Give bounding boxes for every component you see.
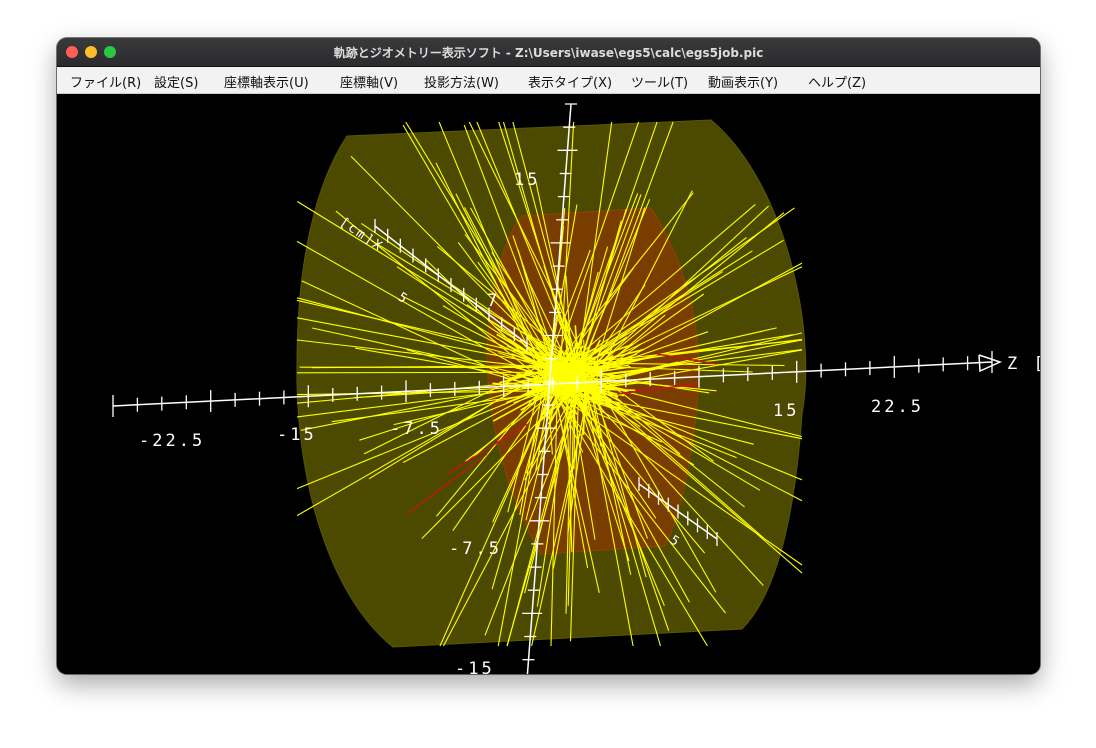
z-axis-label: Z [ — [1007, 354, 1040, 374]
y-label-7: 7 — [487, 291, 500, 311]
menu-display-type[interactable]: 表示タイプ(X) — [528, 72, 612, 91]
title-bar[interactable]: 軌跡とジオメトリー表示ソフト - Z:\Users\iwase\egs5\cal… — [57, 38, 1040, 67]
y-label-neg-7-5: -7.5 — [449, 539, 502, 559]
z-label-neg-22-5: -22.5 — [139, 431, 205, 451]
z-label-15: 15 — [773, 401, 799, 421]
menu-file[interactable]: ファイル(R) — [70, 72, 141, 91]
menu-tools[interactable]: ツール(T) — [631, 72, 688, 91]
app-window: 軌跡とジオメトリー表示ソフト - Z:\Users\iwase\egs5\cal… — [57, 38, 1040, 674]
menu-axis[interactable]: 座標軸(V) — [340, 72, 398, 91]
menu-settings[interactable]: 設定(S) — [154, 72, 198, 91]
menu-bar: ファイル(R) 設定(S) 座標軸表示(U) 座標軸(V) 投影方法(W) 表示… — [57, 67, 1040, 94]
menu-axis-display[interactable]: 座標軸表示(U) — [224, 72, 309, 91]
track-segment — [296, 371, 543, 374]
z-label-22-5: 22.5 — [871, 397, 924, 417]
menu-animation[interactable]: 動画表示(Y) — [708, 72, 778, 91]
menu-help[interactable]: ヘルプ(Z) — [808, 72, 866, 91]
window-title: 軌跡とジオメトリー表示ソフト - Z:\Users\iwase\egs5\cal… — [333, 46, 764, 60]
scene-svg: Z [ 15 22.5 -7.5 -15 -22.5 15 7 -7.5 -15… — [57, 94, 1040, 674]
menu-projection[interactable]: 投影方法(W) — [424, 72, 499, 91]
z-label-neg-15: -15 — [277, 425, 317, 445]
z-label-neg-7-5: -7.5 — [390, 419, 443, 439]
track-segment — [565, 370, 577, 373]
y-label-neg-15: -15 — [455, 659, 495, 674]
render-canvas[interactable]: Z [ 15 22.5 -7.5 -15 -22.5 15 7 -7.5 -15… — [57, 94, 1040, 674]
y-label-15: 15 — [514, 170, 540, 190]
